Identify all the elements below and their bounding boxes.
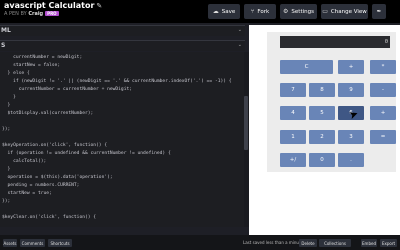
key-5[interactable]: 5	[309, 106, 335, 120]
code-line[interactable]: }	[2, 103, 11, 108]
code-line[interactable]: });	[2, 199, 10, 204]
key-plus-minus[interactable]: +/	[280, 153, 306, 167]
calculator-display: 0	[280, 36, 390, 48]
pencil-icon[interactable]: ✎	[96, 2, 102, 10]
export-button[interactable]: Export	[380, 239, 397, 247]
code-line[interactable]: currentNumber = newDigit;	[2, 55, 82, 60]
delete-button[interactable]: Delete	[299, 239, 317, 247]
key-clear[interactable]: C	[280, 60, 333, 74]
save-label: Save	[221, 8, 236, 15]
key-1[interactable]: 1	[280, 130, 306, 144]
key-9[interactable]: 9	[338, 83, 364, 97]
code-line[interactable]: pending = numbers.CURRENT;	[2, 183, 80, 188]
top-bar: avascript Calculator ✎ A PEN BY Craig PRO …	[0, 0, 400, 23]
code-line[interactable]: startNew = true;	[2, 191, 52, 196]
js-code-editor[interactable]: currentNumber = newDigit; startNew = fal…	[0, 52, 244, 227]
pin-button[interactable]: ✒	[372, 4, 386, 19]
assets-button[interactable]: Assets	[3, 239, 17, 247]
embed-button[interactable]: Embed	[361, 239, 377, 247]
collections-button[interactable]: Collections	[319, 239, 351, 247]
html-editor-header[interactable]: ML ⌄	[0, 25, 245, 36]
code-line[interactable]: }	[2, 95, 16, 100]
comments-button[interactable]: Comments	[20, 239, 45, 247]
pen-title-text[interactable]: avascript Calculator	[4, 1, 94, 10]
pen-title-block: avascript Calculator ✎ A PEN BY Craig PRO	[4, 1, 102, 17]
code-line[interactable]: calcTotal();	[2, 159, 46, 164]
code-line[interactable]: startNew = false;	[2, 63, 60, 68]
key-4[interactable]: 4	[280, 106, 306, 120]
byline-prefix: A PEN BY	[4, 11, 27, 17]
code-line[interactable]: $keyClear.on('click', function() {	[2, 215, 96, 220]
key-7[interactable]: 7	[280, 83, 306, 97]
pin-icon: ✒	[376, 8, 382, 15]
chevron-down-icon[interactable]: ⌄	[238, 27, 242, 33]
change-view-label: Change View	[330, 8, 367, 15]
key-8[interactable]: 8	[309, 83, 335, 97]
code-line[interactable]: if (operation != undefined && currentNum…	[2, 151, 171, 156]
code-line[interactable]: operation = $(this).data('operation');	[2, 175, 113, 180]
cloud-icon: ☁	[212, 8, 219, 15]
code-line[interactable]: if (newDigit != '.' || (newDigit == '.' …	[2, 79, 232, 84]
author-link[interactable]: Craig	[28, 11, 43, 17]
js-editor-label: S	[1, 42, 6, 49]
code-line[interactable]: $totDisplay.val(currentNumber);	[2, 111, 94, 116]
pro-badge: PRO	[45, 11, 59, 16]
change-view-button[interactable]: ▭ Change View	[321, 4, 368, 19]
code-line[interactable]: } else {	[2, 71, 30, 76]
key-2[interactable]: 2	[309, 130, 335, 144]
code-line[interactable]: $keyOperation.on('click', function() {	[2, 143, 107, 148]
code-line[interactable]: });	[2, 127, 10, 132]
gear-icon: ⚙	[283, 8, 289, 15]
key-0[interactable]: 0	[309, 153, 335, 167]
editor-scrollbar-thumb[interactable]	[244, 96, 248, 150]
layout-icon: ▭	[322, 8, 328, 15]
fork-label: Fork	[257, 8, 270, 15]
code-line[interactable]: }	[2, 167, 11, 172]
fork-button[interactable]: ⑂ Fork	[244, 4, 276, 19]
chevron-down-icon[interactable]: ⌄	[238, 42, 242, 48]
key-3[interactable]: 3	[338, 130, 364, 144]
calculator-body	[267, 32, 396, 172]
key-decimal[interactable]: .	[338, 153, 364, 167]
settings-button[interactable]: ⚙ Settings	[280, 4, 317, 19]
save-button[interactable]: ☁ Save	[208, 4, 240, 19]
js-editor-header[interactable]: S ⌄	[0, 40, 245, 51]
settings-label: Settings	[291, 8, 314, 15]
key-multiply[interactable]: *	[370, 60, 396, 74]
html-editor-label: ML	[1, 27, 11, 34]
byline: A PEN BY Craig PRO	[4, 11, 102, 17]
key-plus-2[interactable]: +	[370, 106, 396, 120]
code-line[interactable]: currentNumber = currentNumber + newDigit…	[2, 87, 132, 92]
key-equals[interactable]: =	[370, 130, 396, 144]
key-plus[interactable]: +	[338, 60, 364, 74]
shortcuts-button[interactable]: Shortcuts	[48, 239, 72, 247]
key-minus[interactable]: -	[370, 83, 396, 97]
pen-title[interactable]: avascript Calculator ✎	[4, 1, 102, 10]
fork-icon: ⑂	[250, 8, 255, 15]
